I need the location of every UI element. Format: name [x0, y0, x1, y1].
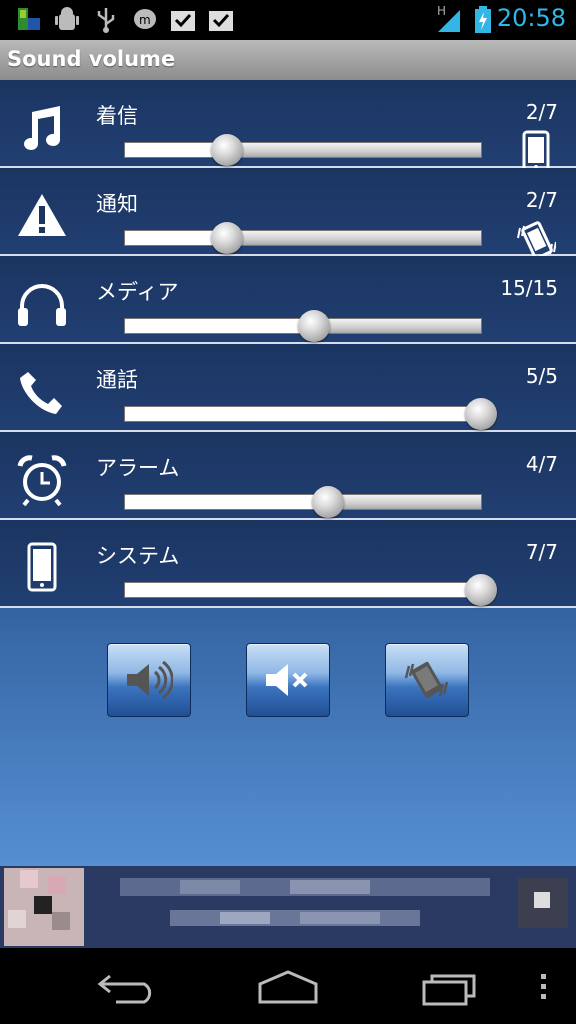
volume-label-alarm: アラーム: [96, 456, 180, 480]
volume-label-ringtone: 着信: [96, 104, 138, 128]
music-note-icon: [24, 106, 61, 150]
volume-slider-call[interactable]: [124, 398, 497, 430]
volume-row-ringtone: 着信 2/7: [0, 80, 576, 174]
volume-slider-ringtone[interactable]: [124, 134, 482, 166]
task-done-icon: [209, 11, 233, 31]
slider-thumb[interactable]: [297, 310, 330, 342]
sound-on-button[interactable]: [107, 643, 191, 717]
volume-slider-notification[interactable]: [124, 222, 482, 254]
volume-label-system: システム: [96, 544, 180, 568]
volume-value-call: 5/5: [525, 364, 558, 388]
task-done-icon: [171, 11, 195, 31]
volume-row-call: 通話 5/5: [0, 344, 576, 432]
vibrate-button[interactable]: [385, 643, 469, 717]
volume-value-system: 7/7: [525, 540, 558, 564]
battery-charging-icon: [475, 6, 491, 33]
speaker-icon: [127, 660, 173, 700]
recent-apps-icon[interactable]: [418, 968, 482, 1008]
volume-row-system: システム 7/7: [0, 520, 576, 608]
messaging-icon: m: [134, 9, 156, 29]
usb-icon: [97, 8, 115, 33]
status-bar: m H 20:58: [0, 0, 576, 40]
alarm-clock-icon: [17, 455, 67, 507]
volume-row-notification: 通知 2/7: [0, 168, 576, 260]
volume-row-media: メディア 15/15: [0, 256, 576, 344]
slider-thumb[interactable]: [312, 486, 345, 518]
title-bar: Sound volume: [0, 40, 576, 80]
clock: 20:58: [496, 4, 566, 32]
slider-fill: [125, 495, 329, 509]
volume-value-alarm: 4/7: [525, 452, 558, 476]
slider-fill: [125, 407, 481, 421]
svg-text:m: m: [139, 13, 151, 27]
slider-thumb[interactable]: [210, 134, 243, 166]
signal-icon: [438, 10, 460, 32]
mute-button[interactable]: [246, 643, 330, 717]
menu-icon[interactable]: [536, 972, 552, 1002]
back-icon[interactable]: [96, 970, 160, 1006]
volume-slider-alarm[interactable]: [124, 486, 482, 518]
phone-handset-icon: [20, 372, 62, 414]
slider-thumb[interactable]: [465, 398, 497, 430]
ad-banner[interactable]: [0, 866, 576, 948]
ad-image: [4, 868, 568, 946]
smartphone-icon: [27, 542, 57, 592]
volume-label-call: 通話: [96, 368, 138, 392]
slider-thumb[interactable]: [465, 574, 497, 606]
volume-panel: 着信 2/7 通知 2/7 メディア 15/15 通話 5/5 アラーム 4/7…: [0, 80, 576, 866]
volume-value-ringtone: 2/7: [525, 100, 558, 124]
app-icon: [18, 8, 40, 30]
vibrate-icon: [404, 661, 449, 699]
volume-label-media: メディア: [96, 280, 179, 304]
volume-slider-media[interactable]: [124, 310, 482, 342]
warning-icon: [18, 194, 66, 236]
volume-label-notification: 通知: [96, 192, 138, 216]
navigation-bar: [0, 948, 576, 1024]
slider-fill: [125, 319, 314, 333]
home-icon[interactable]: [256, 968, 320, 1008]
app-title: Sound volume: [7, 47, 176, 71]
volume-value-media: 15/15: [500, 276, 558, 300]
slider-thumb[interactable]: [210, 222, 243, 254]
volume-row-alarm: アラーム 4/7: [0, 432, 576, 520]
speaker-mute-icon: [266, 664, 308, 696]
slider-fill: [125, 583, 481, 597]
headphones-icon: [18, 284, 66, 326]
android-debug-icon: [55, 7, 79, 30]
volume-value-notification: 2/7: [525, 188, 558, 212]
volume-slider-system[interactable]: [124, 574, 497, 606]
